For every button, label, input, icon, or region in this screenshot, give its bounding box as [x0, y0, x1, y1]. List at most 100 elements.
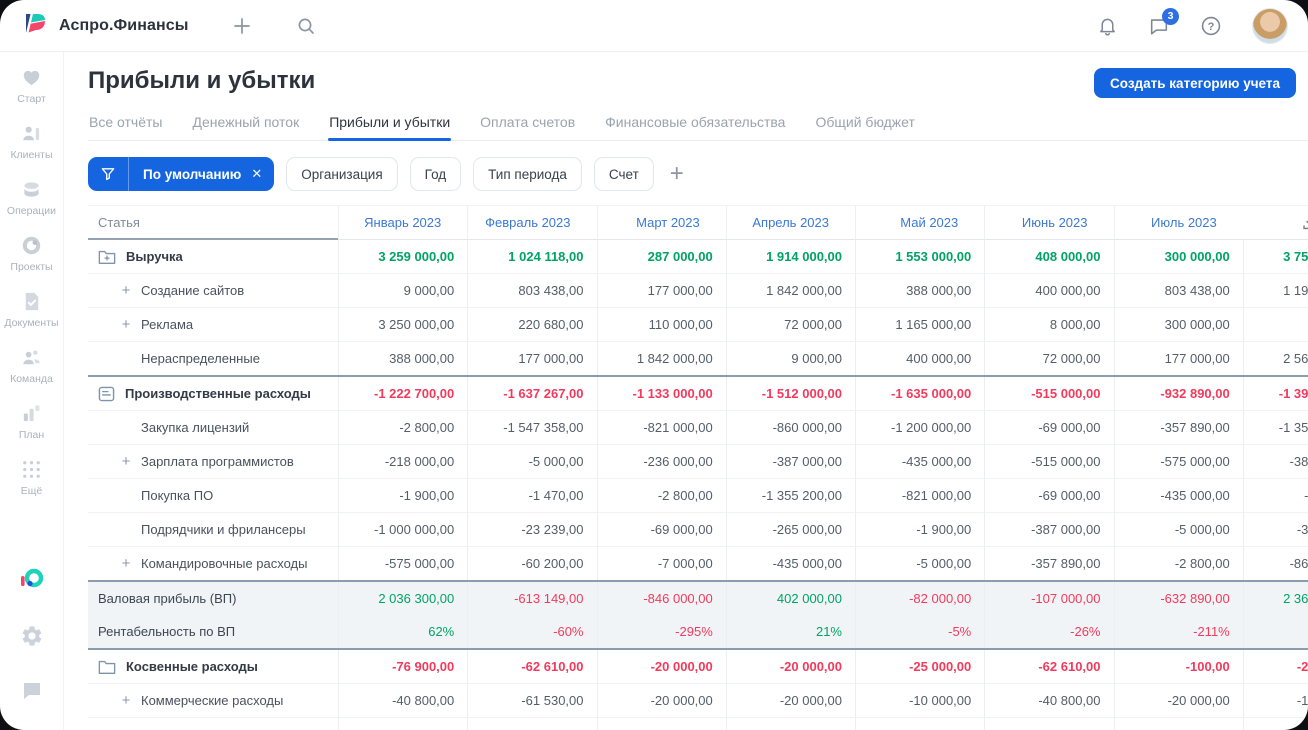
filter-chip[interactable]: Счет — [593, 157, 654, 191]
table-row[interactable]: Косвенные расходы -76 900,00 -62 610,00 -20… — [88, 648, 1308, 683]
month-column-header[interactable]: Март 2023 — [596, 206, 726, 240]
table-row[interactable]: Закупка лицензий -2 800,00 -1 547 358,00 -8… — [88, 410, 1308, 444]
remove-filter-icon[interactable]: ✕ — [249, 166, 274, 182]
user-avatar[interactable] — [1252, 7, 1288, 44]
table-row[interactable]: + Создание сайтов 9 000,00 803 438,00 177 00… — [88, 273, 1308, 307]
value-cell: -100,00 — [1113, 650, 1243, 683]
table-row[interactable]: Покупка ПО -1 900,00 -1 470,00 -2 800,00 -1 … — [88, 478, 1308, 512]
bell-icon[interactable] — [1097, 15, 1118, 36]
add-filter-icon[interactable]: + — [670, 162, 684, 186]
value-cell: 177 000,00 — [1113, 342, 1243, 375]
tab-оплата-счетов[interactable]: Оплата счетов — [479, 108, 576, 140]
value-cell: -25 000,00 — [1242, 650, 1308, 683]
note-icon[interactable] — [98, 386, 115, 402]
table-row[interactable]: Подрядчики и фрилансеры -1 000 000,00 -23 … — [88, 512, 1308, 546]
row-label: Нераспределенные — [141, 351, 260, 366]
sidebar-item-ещё[interactable]: Ещё — [4, 458, 58, 497]
filter-chip[interactable]: Организация — [286, 157, 398, 191]
sidebar: Старт Клиенты Операции Проекты Документы… — [0, 52, 64, 730]
value-cell: -821 000,00 — [596, 411, 726, 444]
article-column-header: Статья — [88, 206, 338, 240]
expand-icon[interactable]: + — [119, 692, 133, 709]
table-row[interactable]: + Зарплата программистов -218 000,00 -5 000… — [88, 444, 1308, 478]
expand-icon[interactable]: + — [119, 282, 133, 299]
table-row[interactable]: Выручка 3 259 000,00 1 024 118,00 287 000,0… — [88, 240, 1308, 273]
value-cell: 220 680,00 — [467, 308, 596, 341]
app-window: Аспро.Финансы 3 ? Старт Клиенты Операции… — [0, 0, 1308, 730]
table-row[interactable]: Нераспределенные 388 000,00 177 000,00 1 84… — [88, 341, 1308, 375]
value-cell: -435 000,00 — [725, 547, 855, 580]
value-cell: 110 000,00 — [596, 308, 726, 341]
value-cell: -69 000,00 — [984, 411, 1113, 444]
month-column-header[interactable]: Май 2023 — [855, 206, 985, 240]
sidebar-item-клиенты[interactable]: Клиенты — [4, 122, 58, 161]
sidebar-item-команда[interactable]: Команда — [4, 346, 58, 385]
help-icon[interactable]: ? — [1200, 15, 1222, 37]
value-cell: 1 842 000,00 — [725, 274, 855, 307]
sidebar-item-операции[interactable]: Операции — [4, 178, 58, 217]
sidebar-item-план[interactable]: План — [4, 402, 58, 441]
tab-все-отчёты[interactable]: Все отчёты — [88, 108, 163, 140]
gear-icon[interactable] — [20, 624, 44, 653]
filter-chip[interactable]: Год — [409, 157, 462, 191]
expand-icon[interactable]: + — [119, 726, 133, 730]
value-cell: -1 470,00 — [467, 479, 596, 512]
table-row[interactable]: + Коммерческие расходы -40 800,00 -61 530,0… — [88, 683, 1308, 717]
sidebar-item-label: План — [18, 429, 45, 441]
month-column-header[interactable]: Июнь 2023 — [984, 206, 1114, 240]
value-cell: 9 000,00 — [725, 342, 855, 375]
create-category-button[interactable]: Создать категорию учета — [1094, 68, 1296, 98]
row-label-cell: + Реклама — [88, 308, 338, 341]
month-column-header[interactable]: Февраль 2023 — [467, 206, 597, 240]
add-icon[interactable] — [232, 16, 252, 36]
table-header-actions — [1242, 206, 1308, 240]
feedback-icon[interactable] — [20, 679, 44, 708]
month-column-header[interactable]: Январь 2023 — [338, 206, 468, 240]
active-filter-chip[interactable]: По умолчанию ✕ — [88, 157, 275, 191]
table-row[interactable]: Производственные расходы -1 222 700,00 -1 … — [88, 375, 1308, 410]
folder-plus-icon[interactable] — [98, 249, 116, 265]
sidebar-item-старт[interactable]: Старт — [4, 66, 58, 105]
download-icon[interactable] — [1301, 214, 1308, 232]
expand-icon[interactable]: + — [119, 555, 133, 572]
month-column-header[interactable]: Апрель 2023 — [725, 206, 855, 240]
table-row[interactable]: + Командировочные расходы -575 000,00 -60 2… — [88, 546, 1308, 580]
brand[interactable]: Аспро.Финансы — [22, 9, 188, 42]
table-row[interactable]: + Реклама 3 250 000,00 220 680,00 110 000,00… — [88, 307, 1308, 341]
page-head: Прибыли и убытки Создать категорию учета… — [64, 52, 1308, 141]
chat-icon[interactable]: 3 — [1148, 7, 1179, 37]
value-cell: 21% — [725, 615, 855, 648]
table-row[interactable]: Валовая прибыль (ВП) 2 036 300,00 -613 149… — [88, 580, 1308, 615]
expand-icon[interactable]: + — [119, 453, 133, 470]
sidebar-items: Старт Клиенты Операции Проекты Документы… — [4, 66, 59, 514]
value-cell: -265 000,00 — [725, 513, 855, 546]
value-cell: -1 390 200,00 — [1242, 377, 1308, 410]
expand-icon[interactable]: + — [119, 316, 133, 333]
value-cell: -7 000,00 — [596, 547, 726, 580]
value-cell: 2 366 800,00 — [1242, 582, 1308, 615]
value-cell: 1 193 000,00 — [1242, 274, 1308, 307]
tab-денежный-поток[interactable]: Денежный поток — [191, 108, 300, 140]
table-row[interactable]: Рентабельность по ВП 62% -60% -295% 21% -5% -2… — [88, 615, 1308, 648]
value-cell: -25 000,00 — [855, 650, 984, 683]
sidebar-item-проекты[interactable]: Проекты — [4, 234, 58, 273]
value-cell: -60 200,00 — [467, 547, 596, 580]
brand-mini-logo[interactable] — [19, 567, 45, 598]
search-icon[interactable] — [296, 16, 316, 36]
svg-text:?: ? — [1208, 20, 1215, 32]
value-cell: -20 000,00 — [725, 684, 855, 717]
filter-chip[interactable]: Тип периода — [473, 157, 582, 191]
month-column-header[interactable]: Июль 2023 — [1113, 206, 1243, 240]
folder-icon[interactable] — [98, 659, 116, 675]
row-label-cell: Покупка ПО — [88, 479, 338, 512]
value-cell: -1 900,00 — [338, 479, 467, 512]
row-label: Подрядчики и фрилансеры — [141, 522, 306, 537]
tab-прибыли-и-убытки[interactable]: Прибыли и убытки — [328, 108, 452, 141]
value-cell: -357 890,00 — [1113, 411, 1243, 444]
sidebar-item-документы[interactable]: Документы — [4, 290, 59, 329]
tab-финансовые-обязательства[interactable]: Финансовые обязательства — [604, 108, 786, 140]
tab-общий-бюджет[interactable]: Общий бюджет — [814, 108, 915, 140]
value-cell: -218 000,00 — [338, 445, 467, 478]
main-area: Прибыли и убытки Создать категорию учета… — [64, 52, 1308, 730]
table-row[interactable]: +Управленческие расходы-36 100,00-1 080,… — [88, 717, 1308, 730]
